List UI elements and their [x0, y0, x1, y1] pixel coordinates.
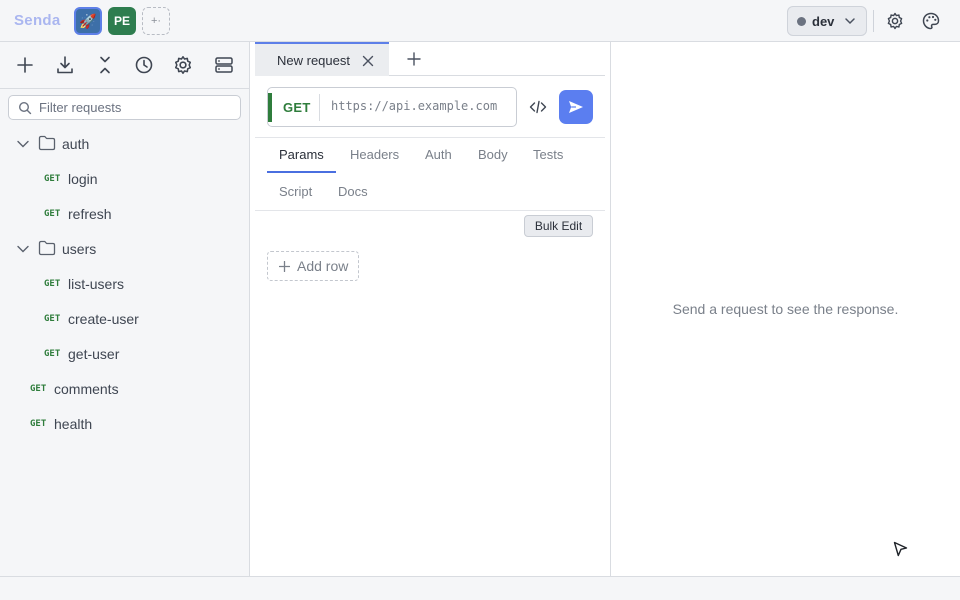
method-select[interactable]: GET — [283, 100, 311, 115]
search-icon — [18, 101, 32, 114]
subtab-params[interactable]: Params — [279, 147, 324, 162]
method-accent — [268, 93, 272, 122]
request-create-user[interactable]: GET create-user — [0, 301, 249, 336]
add-workspace-label: +· — [150, 15, 162, 27]
filter-box[interactable] — [8, 95, 241, 120]
request-label: list-users — [68, 275, 125, 292]
sidebar: auth GET login GET refresh users GET lis… — [0, 42, 250, 576]
settings-icon[interactable] — [172, 54, 194, 76]
chevron-down-icon — [17, 245, 29, 253]
request-pane: New request GET Params Headers Auth Body… — [250, 42, 611, 576]
history-icon[interactable] — [133, 54, 155, 76]
request-refresh[interactable]: GET refresh — [0, 196, 249, 231]
active-subtab-indicator — [267, 171, 336, 173]
folder-auth[interactable]: auth — [0, 126, 249, 161]
subtab-tests[interactable]: Tests — [533, 147, 563, 162]
request-label: login — [68, 170, 98, 187]
new-tab-plus-icon[interactable] — [407, 52, 421, 66]
code-icon[interactable] — [528, 97, 548, 117]
close-icon[interactable] — [362, 55, 374, 67]
request-label: get-user — [68, 345, 120, 362]
workspace-rocket-button[interactable]: 🚀 — [74, 7, 102, 35]
mouse-cursor-icon — [893, 541, 908, 557]
subtab-headers[interactable]: Headers — [350, 147, 399, 162]
request-login[interactable]: GET login — [0, 161, 249, 196]
folder-label: auth — [62, 135, 90, 152]
subtab-divider — [255, 210, 605, 211]
environment-select[interactable]: dev — [787, 6, 867, 36]
top-bar: Senda 🚀 PE +· dev — [0, 0, 960, 42]
subtab-body[interactable]: Body — [478, 147, 508, 162]
method-badge: GET — [44, 173, 61, 184]
chevron-down-icon — [845, 18, 855, 25]
add-workspace-button[interactable]: +· — [142, 7, 170, 35]
download-icon[interactable] — [54, 54, 76, 76]
collapse-all-icon[interactable] — [94, 54, 116, 76]
url-section-divider — [255, 137, 605, 138]
workspace-pe-button[interactable]: PE — [108, 7, 136, 35]
plus-icon[interactable] — [14, 54, 36, 76]
rocket-icon: 🚀 — [79, 12, 97, 29]
url-input[interactable] — [331, 99, 506, 113]
folder-icon — [38, 240, 56, 256]
url-divider — [319, 94, 320, 121]
send-icon — [569, 101, 583, 113]
response-pane: Send a request to see the response. — [611, 42, 960, 576]
filter-input[interactable] — [39, 100, 229, 115]
chevron-down-icon — [17, 140, 29, 148]
request-label: refresh — [68, 205, 112, 222]
request-label: health — [54, 415, 93, 432]
method-badge: GET — [44, 348, 61, 359]
method-badge: GET — [30, 418, 47, 429]
method-badge: GET — [44, 278, 61, 289]
subtab-script[interactable]: Script — [279, 184, 312, 199]
method-badge: GET — [44, 313, 61, 324]
topbar-divider — [873, 10, 874, 32]
folder-icon — [38, 135, 56, 151]
folder-users[interactable]: users — [0, 231, 249, 266]
tab-label: New request — [277, 53, 350, 68]
app-brand: Senda — [14, 12, 61, 29]
sidebar-divider — [0, 88, 250, 89]
subtab-docs[interactable]: Docs — [338, 184, 368, 199]
send-button[interactable] — [559, 90, 593, 124]
request-health[interactable]: GET health — [0, 406, 249, 441]
method-badge: GET — [30, 383, 47, 394]
palette-icon[interactable] — [921, 11, 941, 31]
workspace-pe-label: PE — [113, 14, 130, 28]
environment-label: dev — [812, 13, 835, 29]
status-bar — [0, 576, 960, 600]
folder-label: users — [62, 240, 97, 257]
environment-dot — [797, 16, 806, 26]
request-list-users[interactable]: GET list-users — [0, 266, 249, 301]
tab-new-request[interactable]: New request — [255, 42, 389, 76]
plus-icon — [279, 260, 290, 272]
add-row-button[interactable]: Add row — [267, 251, 359, 281]
subtab-auth[interactable]: Auth — [425, 147, 452, 162]
request-label: create-user — [68, 310, 139, 327]
gear-icon[interactable] — [885, 11, 905, 31]
request-label: comments — [54, 380, 119, 397]
add-row-label: Add row — [297, 258, 349, 274]
url-bar: GET — [267, 87, 517, 127]
app-window: Senda 🚀 PE +· dev Filter requests auth G… — [0, 0, 960, 600]
request-tab-bar: New request — [255, 42, 605, 76]
bulk-edit-button[interactable]: Bulk Edit — [524, 215, 593, 237]
server-icon[interactable] — [213, 54, 235, 76]
request-comments[interactable]: GET comments — [0, 371, 249, 406]
request-get-user[interactable]: GET get-user — [0, 336, 249, 371]
response-empty-message: Send a request to see the response. — [672, 301, 899, 317]
method-badge: GET — [44, 208, 61, 219]
